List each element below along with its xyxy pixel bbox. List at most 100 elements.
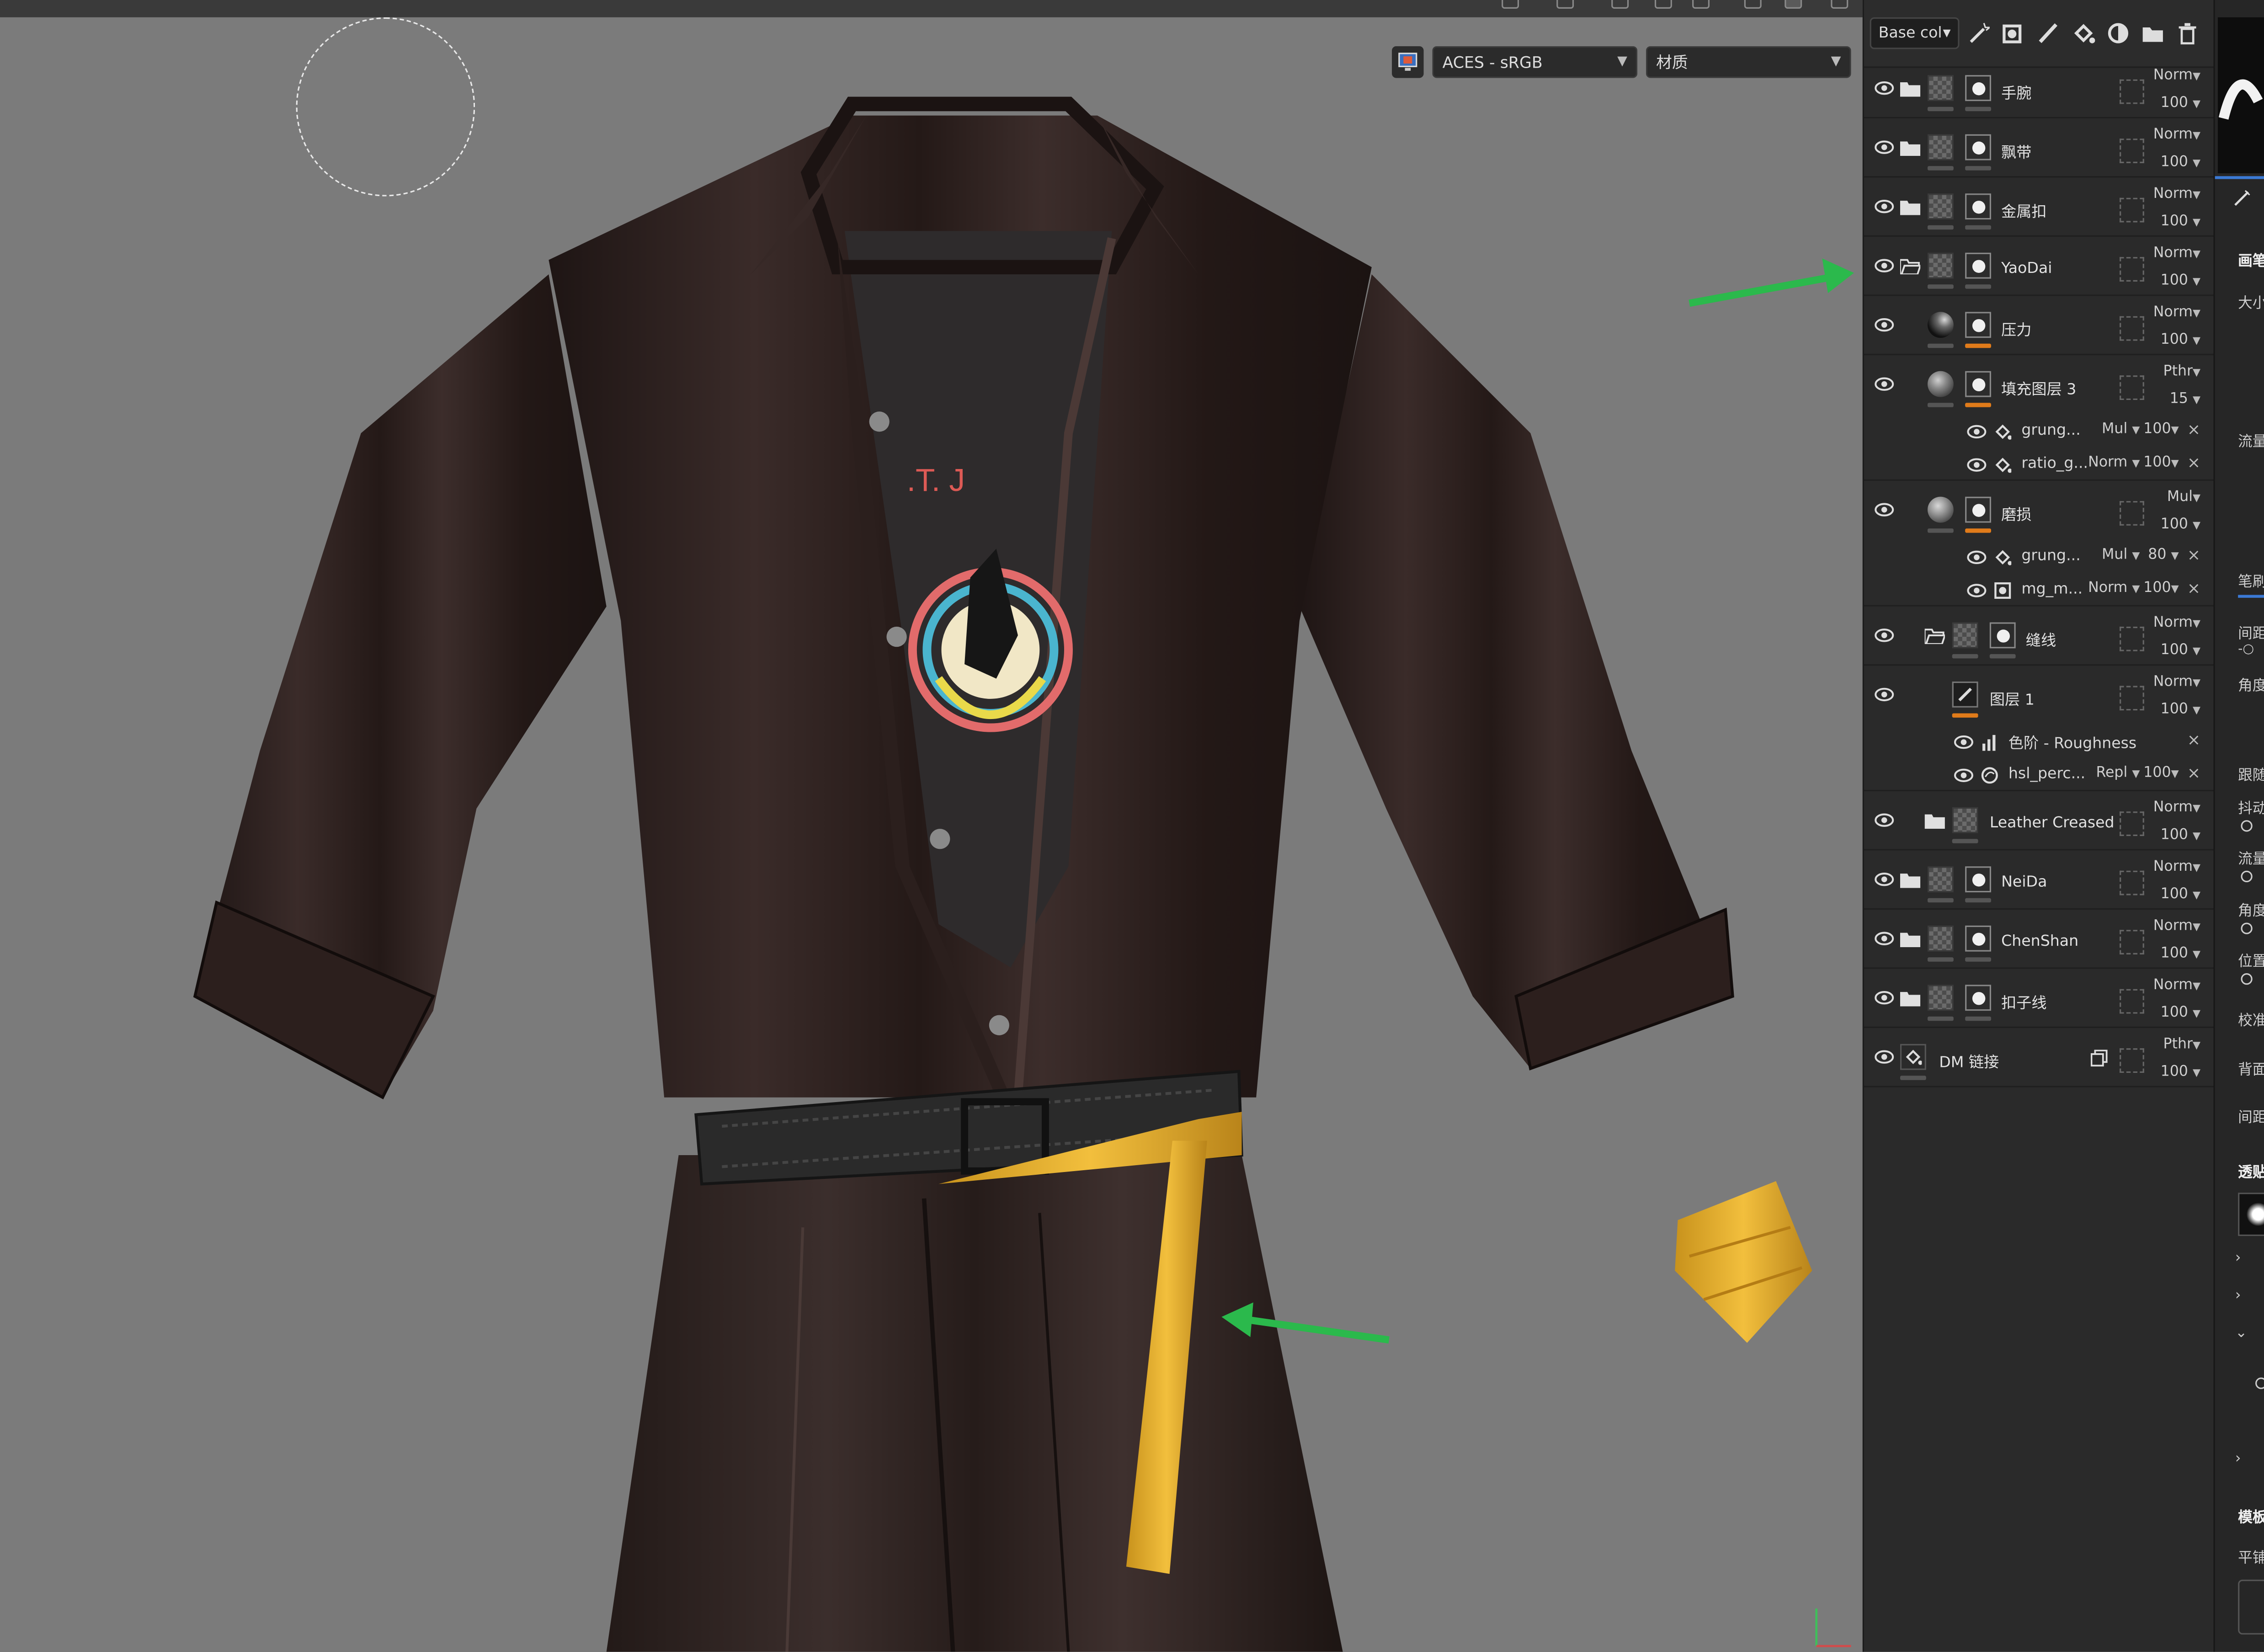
blend-mode-dropdown[interactable]: Norm▼ bbox=[2153, 245, 2200, 261]
alpha-thumbnail[interactable] bbox=[2238, 1193, 2264, 1236]
blend-mode-dropdown[interactable]: Pthr▼ bbox=[2163, 364, 2200, 380]
layer-row[interactable]: 填充图层 3 Pthr▼ 15 ▼ bbox=[1864, 355, 2215, 415]
template-dropdown[interactable] bbox=[2238, 1579, 2264, 1635]
layer-row[interactable]: ChenShan Norm▼ 100 ▼ bbox=[1864, 910, 2215, 969]
layer-selection-box[interactable] bbox=[2120, 811, 2144, 836]
eye-icon[interactable] bbox=[1874, 502, 1894, 517]
eye-icon[interactable] bbox=[1954, 768, 1974, 783]
layer-selection-box[interactable] bbox=[2120, 257, 2144, 282]
close-icon[interactable]: × bbox=[2187, 764, 2200, 783]
layer-row[interactable]: DM 链接 Pthr▼ 100 ▼ bbox=[1864, 1028, 2215, 1087]
opacity-dropdown[interactable]: 100 ▼ bbox=[2161, 332, 2200, 348]
chevron-right-icon[interactable]: › bbox=[2235, 1251, 2241, 1267]
blend-mode-dropdown[interactable]: Norm▼ bbox=[2153, 127, 2200, 143]
opacity-dropdown[interactable]: 100 ▼ bbox=[2161, 1064, 2200, 1080]
blend-mode-dropdown[interactable]: Norm▼ bbox=[2153, 859, 2200, 875]
toolbar-icon[interactable] bbox=[1692, 0, 1710, 9]
layer-selection-box[interactable] bbox=[2120, 870, 2144, 895]
layer-selection-box[interactable] bbox=[2120, 197, 2144, 223]
mask-thumbnail[interactable] bbox=[1965, 496, 1991, 523]
opacity-dropdown[interactable]: 100▼ bbox=[2143, 421, 2179, 437]
mask-thumbnail[interactable] bbox=[1965, 925, 1991, 952]
mask-thumbnail[interactable] bbox=[1965, 134, 1991, 160]
radio-button[interactable] bbox=[2241, 973, 2253, 985]
mask-thumbnail[interactable] bbox=[1965, 193, 1991, 220]
effect-row[interactable]: grung... Mul ▼ 100▼ × bbox=[1864, 415, 2215, 448]
opacity-dropdown[interactable]: 100 ▼ bbox=[2161, 155, 2200, 171]
layer-row[interactable]: 金属扣 Norm▼ 100 ▼ bbox=[1864, 178, 2215, 237]
mask-thumbnail[interactable] bbox=[1989, 622, 2016, 649]
blend-mode-dropdown[interactable]: Norm▼ bbox=[2153, 918, 2200, 934]
layer-selection-box[interactable] bbox=[2120, 626, 2144, 651]
layer-selection-box[interactable] bbox=[2120, 1048, 2144, 1073]
channel-dropdown[interactable]: Base col ▼ bbox=[1870, 17, 1960, 49]
opacity-dropdown[interactable]: 100 ▼ bbox=[2161, 702, 2200, 718]
colorspace-dropdown[interactable]: ACES - sRGB ▼ bbox=[1432, 46, 1638, 78]
blend-mode-dropdown[interactable]: Norm ▼ bbox=[2088, 455, 2140, 471]
mask-thumbnail[interactable] bbox=[1965, 371, 1991, 397]
add-paint-layer-button[interactable] bbox=[2035, 20, 2061, 46]
blend-mode-dropdown[interactable]: Norm ▼ bbox=[2088, 581, 2140, 597]
opacity-dropdown[interactable]: 100 ▼ bbox=[2161, 946, 2200, 962]
eye-icon[interactable] bbox=[1966, 425, 1987, 439]
effect-row[interactable]: grung... Mul ▼ 80 ▼ × bbox=[1864, 540, 2215, 573]
layer-selection-box[interactable] bbox=[2120, 501, 2144, 526]
eye-icon[interactable] bbox=[1874, 81, 1894, 96]
opacity-dropdown[interactable]: 100 ▼ bbox=[2161, 643, 2200, 659]
eye-icon[interactable] bbox=[1874, 628, 1894, 643]
mask-thumbnail[interactable] bbox=[1965, 252, 1991, 279]
blend-mode-dropdown[interactable]: Mul ▼ bbox=[2102, 547, 2140, 563]
layer-row[interactable]: 图层 1 Norm▼ 100 ▼ bbox=[1864, 666, 2215, 725]
blend-mode-dropdown[interactable]: Mul▼ bbox=[2167, 490, 2200, 506]
eye-icon[interactable] bbox=[1966, 583, 1987, 598]
toolbar-icon[interactable] bbox=[1502, 0, 1519, 9]
eye-icon[interactable] bbox=[1954, 735, 1974, 750]
mask-thumbnail[interactable] bbox=[1965, 985, 1991, 1011]
toolbar-icon[interactable] bbox=[1556, 0, 1574, 9]
close-icon[interactable]: × bbox=[2187, 730, 2200, 749]
eye-icon[interactable] bbox=[1874, 1050, 1894, 1064]
slider-handle[interactable]: -○ bbox=[2238, 643, 2254, 657]
eye-icon[interactable] bbox=[1874, 687, 1894, 702]
radio-button[interactable] bbox=[2241, 870, 2253, 883]
add-smart-material-button[interactable] bbox=[2105, 20, 2131, 46]
opacity-dropdown[interactable]: 100 ▼ bbox=[2161, 1005, 2200, 1021]
eye-icon[interactable] bbox=[1874, 318, 1894, 332]
paint-tool-icon[interactable] bbox=[1785, 0, 1802, 9]
layer-selection-box[interactable] bbox=[2120, 139, 2144, 163]
eye-icon[interactable] bbox=[1874, 140, 1894, 155]
layer-selection-box[interactable] bbox=[2120, 930, 2144, 954]
opacity-dropdown[interactable]: 100▼ bbox=[2143, 581, 2179, 597]
view-mode-dropdown[interactable]: 材质 ▼ bbox=[1646, 46, 1851, 78]
layer-row[interactable]: 扣子线 Norm▼ 100 ▼ bbox=[1864, 969, 2215, 1029]
eye-icon[interactable] bbox=[1874, 931, 1894, 946]
chevron-down-icon[interactable]: ⌄ bbox=[2235, 1326, 2248, 1342]
opacity-dropdown[interactable]: 100 ▼ bbox=[2161, 517, 2200, 533]
blend-mode-dropdown[interactable]: Norm▼ bbox=[2153, 800, 2200, 816]
instance-link-icon[interactable] bbox=[2090, 1050, 2108, 1067]
blend-mode-dropdown[interactable]: Repl ▼ bbox=[2096, 765, 2140, 781]
blend-mode-dropdown[interactable]: Norm▼ bbox=[2153, 615, 2200, 631]
layer-selection-box[interactable] bbox=[2120, 375, 2144, 400]
chevron-right-icon[interactable]: › bbox=[2235, 1288, 2241, 1304]
close-icon[interactable]: × bbox=[2187, 579, 2200, 598]
close-icon[interactable]: × bbox=[2187, 420, 2200, 439]
opacity-dropdown[interactable]: 100 ▼ bbox=[2161, 95, 2200, 111]
add-folder-button[interactable] bbox=[2140, 20, 2166, 46]
eye-icon[interactable] bbox=[1874, 258, 1894, 273]
eye-icon[interactable] bbox=[1966, 458, 1987, 472]
opacity-dropdown[interactable]: 100▼ bbox=[2143, 455, 2179, 471]
layer-row[interactable]: 缝线 Norm▼ 100 ▼ bbox=[1864, 607, 2215, 666]
layer-selection-box[interactable] bbox=[2120, 989, 2144, 1014]
opacity-dropdown[interactable]: 100 ▼ bbox=[2161, 273, 2200, 289]
opacity-dropdown[interactable]: 100▼ bbox=[2143, 765, 2179, 781]
eye-icon[interactable] bbox=[1874, 872, 1894, 887]
layer-row[interactable]: 手腕 Norm▼ 100 ▼ bbox=[1864, 59, 2215, 119]
toolbar-icon[interactable] bbox=[1744, 0, 1762, 9]
brush-tab-icon[interactable] bbox=[2232, 188, 2253, 208]
effect-row[interactable]: ratio_g... Norm ▼ 100▼ × bbox=[1864, 448, 2215, 481]
add-fill-layer-button[interactable] bbox=[2071, 20, 2097, 46]
add-effect-button[interactable] bbox=[1965, 20, 1991, 46]
layer-row[interactable]: 磨损 Mul▼ 100 ▼ bbox=[1864, 481, 2215, 540]
layer-row[interactable]: Leather Creased Norm▼ 100 ▼ bbox=[1864, 791, 2215, 851]
